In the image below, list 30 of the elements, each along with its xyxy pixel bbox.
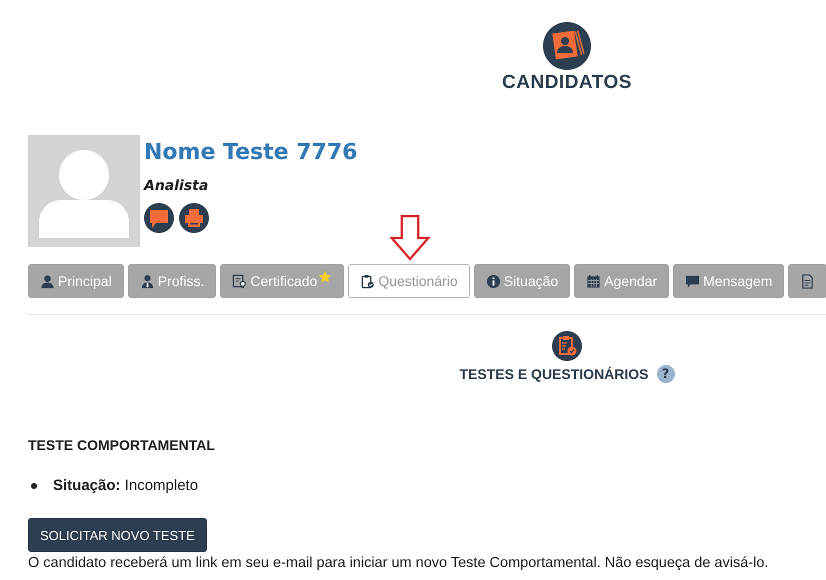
tab[interactable]: Mensagem [673, 264, 784, 298]
request-test-button[interactable]: SOLICITAR NOVO TESTE [28, 518, 207, 552]
section-title: TESTES E QUESTIONÁRIOS [459, 366, 649, 382]
bullet-icon [31, 482, 37, 488]
chat-icon[interactable] [144, 203, 174, 233]
contact-card-icon [543, 22, 591, 70]
tab[interactable]: Agendar [574, 264, 670, 298]
tab[interactable]: Situação [474, 264, 570, 298]
help-icon[interactable]: ? [656, 365, 675, 383]
tab[interactable]: Certificado [220, 264, 344, 298]
clipboard-icon [360, 274, 376, 288]
arrow-icon [389, 213, 432, 263]
clipboard-icon [552, 331, 582, 361]
document-icon [800, 274, 816, 288]
certificate-icon [232, 274, 248, 288]
status-text: Situação: Incompleto [53, 477, 198, 494]
tab[interactable] [788, 264, 826, 298]
page-title: CANDIDATOS [502, 72, 632, 94]
info-icon [486, 274, 501, 288]
candidate-role: Analista [144, 178, 210, 194]
info-text: O candidato receberá um link em seu e-mail para iniciar um novo Teste Comportamental. Não esqueça de avisá-lo. [28, 555, 770, 571]
test-title: TESTE COMPORTAMENTAL [28, 437, 216, 453]
tab[interactable]: Profiss. [128, 264, 216, 298]
printer-icon[interactable] [179, 203, 209, 233]
candidate-name: Nome Teste 7776 [144, 140, 358, 165]
calendar-icon [586, 274, 602, 288]
person-icon [40, 274, 55, 288]
person-icon [140, 274, 155, 288]
tab[interactable]: Principal [28, 264, 124, 298]
chat-icon [685, 274, 700, 288]
